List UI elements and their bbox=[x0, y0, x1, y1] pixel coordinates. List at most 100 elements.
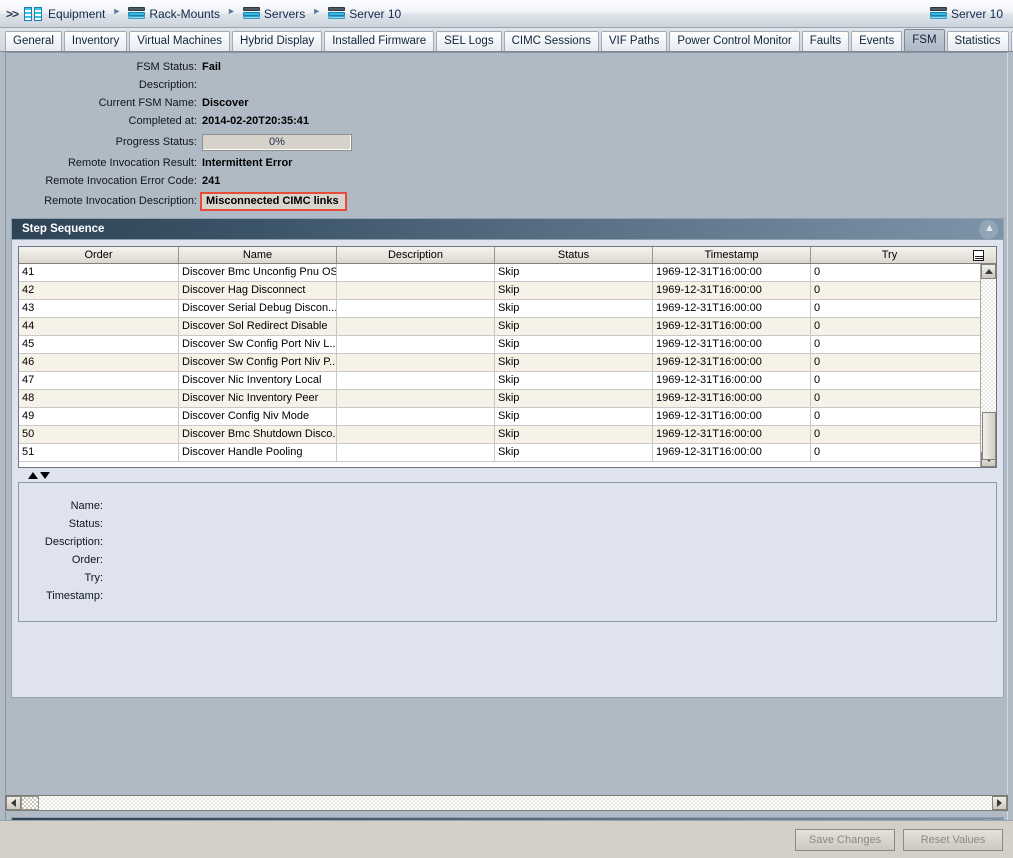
step-detail-pane: Name: Status: Description: Order: Try: T… bbox=[18, 482, 997, 622]
chevron-up-icon[interactable]: ▲ bbox=[979, 220, 998, 239]
column-header-description[interactable]: Description bbox=[337, 247, 495, 263]
scroll-left-button[interactable] bbox=[6, 796, 21, 810]
column-header-order[interactable]: Order bbox=[19, 247, 179, 263]
breadcrumb-label: Rack-Mounts bbox=[149, 6, 220, 21]
step-sequence-section: Step Sequence ▲ Order Name Description S… bbox=[11, 218, 1004, 698]
cell-timestamp: 1969-12-31T16:00:00 bbox=[653, 282, 811, 299]
column-header-try[interactable]: Try bbox=[811, 247, 968, 263]
tab-inventory[interactable]: Inventory bbox=[63, 31, 128, 51]
cell-timestamp: 1969-12-31T16:00:00 bbox=[653, 300, 811, 317]
property-remote-invocation-description: Remote Invocation Description: Misconnec… bbox=[6, 190, 1007, 212]
cell-status: Skip bbox=[495, 354, 653, 371]
table-row[interactable]: 50 Discover Bmc Shutdown Disco... Skip 1969… bbox=[19, 426, 980, 444]
tab-statistics[interactable]: Statistics bbox=[946, 31, 1009, 51]
cell-order: 43 bbox=[19, 300, 179, 317]
collapse-down-icon[interactable] bbox=[40, 471, 50, 479]
table-vertical-scrollbar[interactable] bbox=[980, 264, 996, 467]
step-sequence-header: Step Sequence ▲ bbox=[11, 218, 1004, 240]
breadcrumb-label: Equipment bbox=[48, 6, 106, 21]
tab-sel-logs[interactable]: SEL Logs bbox=[436, 31, 502, 51]
breadcrumb-separator-icon: ► bbox=[227, 5, 236, 16]
property-label: Current FSM Name: bbox=[98, 97, 197, 109]
hscrollbar-thumb[interactable] bbox=[21, 796, 39, 810]
breadcrumb-item-server-10[interactable]: Server 10 bbox=[328, 7, 401, 21]
cell-name: Discover Handle Pooling bbox=[179, 444, 337, 461]
tab-general[interactable]: General bbox=[5, 31, 62, 51]
table-row[interactable]: 46 Discover Sw Config Port Niv P... Skip 19… bbox=[19, 354, 980, 372]
table-row[interactable]: 47 Discover Nic Inventory Local Skip 1969-1… bbox=[19, 372, 980, 390]
property-label: Progress Status: bbox=[115, 136, 197, 148]
cell-order: 48 bbox=[19, 390, 179, 407]
cell-description bbox=[337, 372, 495, 389]
table-row[interactable]: 44 Discover Sol Redirect Disable Skip 1969-… bbox=[19, 318, 980, 336]
breadcrumb-item-equipment[interactable]: Equipment bbox=[24, 6, 105, 22]
tab-hybrid-display[interactable]: Hybrid Display bbox=[232, 31, 323, 51]
table-row[interactable]: 43 Discover Serial Debug Discon... Skip 196… bbox=[19, 300, 980, 318]
pane-splitter[interactable] bbox=[18, 470, 997, 480]
reset-values-button[interactable]: Reset Values bbox=[903, 828, 1003, 851]
property-label: Remote Invocation Description: bbox=[44, 195, 197, 207]
property-completed-at: Completed at: 2014-02-20T20:35:41 bbox=[6, 112, 1007, 130]
cell-timestamp: 1969-12-31T16:00:00 bbox=[653, 426, 811, 443]
table-row[interactable]: 48 Discover Nic Inventory Peer Skip 1969-12… bbox=[19, 390, 980, 408]
cell-try: 0 bbox=[814, 338, 821, 350]
cell-timestamp: 1969-12-31T16:00:00 bbox=[653, 444, 811, 461]
table-row[interactable]: 42 Discover Hag Disconnect Skip 1969-12-31T… bbox=[19, 282, 980, 300]
column-header-timestamp[interactable]: Timestamp bbox=[653, 247, 811, 263]
detail-order: Order: bbox=[19, 551, 996, 569]
cell-try: 0 bbox=[814, 410, 821, 422]
cell-name: Discover Bmc Unconfig Pnu OS bbox=[179, 264, 337, 281]
column-header-name[interactable]: Name bbox=[179, 247, 337, 263]
column-chooser-button[interactable] bbox=[968, 247, 988, 263]
hscrollbar[interactable] bbox=[5, 795, 1008, 811]
breadcrumb-item-rack-mounts[interactable]: Rack-Mounts bbox=[128, 7, 220, 21]
tab-power-control-monitor[interactable]: Power Control Monitor bbox=[669, 31, 800, 51]
cell-try: 0 bbox=[814, 266, 821, 278]
property-label: Description: bbox=[138, 79, 197, 91]
cell-order: 45 bbox=[19, 336, 179, 353]
tab-faults[interactable]: Faults bbox=[801, 31, 850, 51]
table-row[interactable]: 41 Discover Bmc Unconfig Pnu OS Skip 1969-1… bbox=[19, 264, 980, 282]
cell-try: 0 bbox=[814, 392, 821, 404]
cell-timestamp: 1969-12-31T16:00:00 bbox=[653, 264, 811, 281]
scrollbar-thumb[interactable] bbox=[982, 412, 996, 460]
equipment-icon bbox=[24, 6, 44, 22]
cell-try: 0 bbox=[814, 446, 821, 458]
tab-virtual-machines[interactable]: Virtual Machines bbox=[129, 31, 231, 51]
save-changes-button[interactable]: Save Changes bbox=[795, 828, 895, 851]
property-value: Fail bbox=[202, 61, 221, 73]
cell-timestamp: 1969-12-31T16:00:00 bbox=[653, 318, 811, 335]
tab-cimc-sessions[interactable]: CIMC Sessions bbox=[503, 31, 599, 51]
hscrollbar-track[interactable] bbox=[39, 796, 992, 810]
table-row[interactable]: 51 Discover Handle Pooling Skip 1969-12-31T… bbox=[19, 444, 980, 462]
breadcrumb-prefix[interactable]: >> bbox=[6, 7, 19, 21]
table-settings-icon bbox=[972, 249, 984, 261]
cell-description bbox=[337, 336, 495, 353]
table-row[interactable]: 45 Discover Sw Config Port Niv L... Skip 19… bbox=[19, 336, 980, 354]
column-header-status[interactable]: Status bbox=[495, 247, 653, 263]
cell-status: Skip bbox=[495, 264, 653, 281]
cell-try: 0 bbox=[814, 302, 821, 314]
tab-vif-paths[interactable]: VIF Paths bbox=[600, 31, 668, 51]
server-icon bbox=[328, 7, 346, 20]
cell-name: Discover Nic Inventory Local bbox=[179, 372, 337, 389]
property-value: Discover bbox=[202, 97, 249, 109]
table-row[interactable]: 49 Discover Config Niv Mode Skip 1969-12-31… bbox=[19, 408, 980, 426]
tab-installed-firmware[interactable]: Installed Firmware bbox=[324, 31, 435, 51]
scroll-up-button[interactable] bbox=[981, 264, 996, 279]
tab-fsm[interactable]: FSM bbox=[904, 29, 945, 51]
tab-events[interactable]: Events bbox=[851, 31, 903, 51]
property-current-fsm-name: Current FSM Name: Discover bbox=[6, 94, 1007, 112]
detail-label: Order: bbox=[71, 554, 103, 566]
breadcrumb-item-servers[interactable]: Servers bbox=[242, 7, 305, 21]
server-icon bbox=[929, 7, 947, 20]
page-horizontal-scrollbar[interactable] bbox=[5, 794, 1008, 812]
cell-timestamp: 1969-12-31T16:00:00 bbox=[653, 354, 811, 371]
progress-bar: 0% bbox=[202, 133, 352, 151]
cell-timestamp: 1969-12-31T16:00:00 bbox=[653, 408, 811, 425]
collapse-up-icon[interactable] bbox=[28, 471, 38, 479]
server-icon bbox=[128, 7, 146, 20]
scroll-right-button[interactable] bbox=[992, 796, 1007, 810]
cell-status: Skip bbox=[495, 282, 653, 299]
cell-name: Discover Hag Disconnect bbox=[179, 282, 337, 299]
